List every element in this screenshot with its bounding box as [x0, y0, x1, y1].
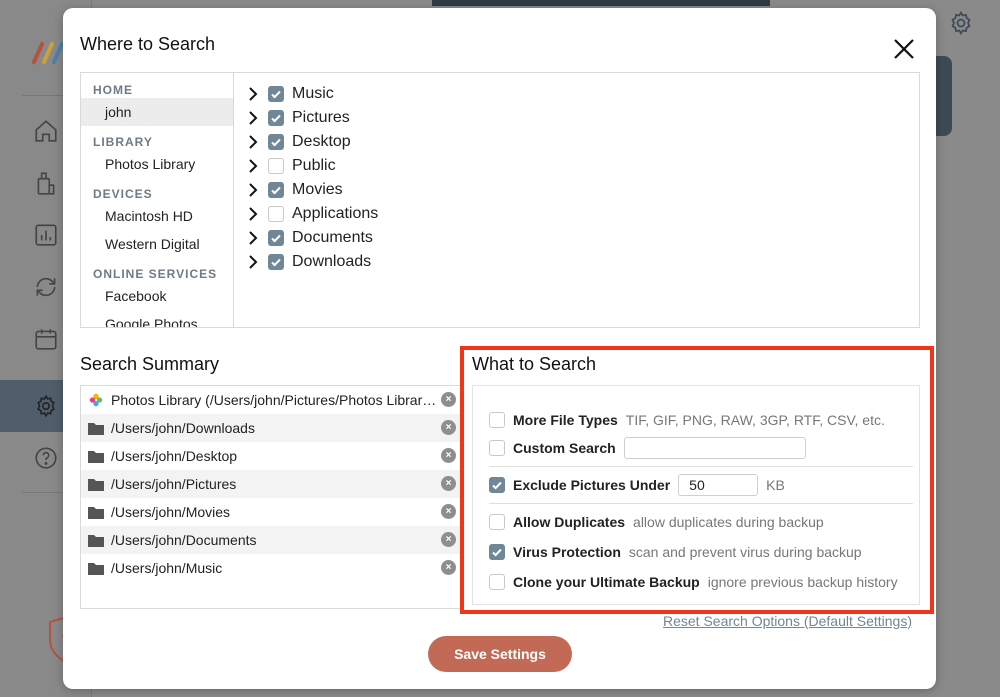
sync-icon[interactable]: [33, 274, 59, 300]
summary-path-text: Photos Library (/Users/john/Pictures/Pho…: [111, 392, 441, 408]
dialog-title: Where to Search: [80, 34, 216, 54]
folder-icon: [88, 423, 104, 435]
remove-item-icon[interactable]: ×: [441, 532, 456, 547]
folder-checkbox[interactable]: [268, 230, 284, 246]
folder-icon: [88, 535, 104, 547]
source-item-facebook[interactable]: Facebook: [81, 282, 233, 310]
folder-label: Downloads: [292, 253, 372, 270]
source-item-macintosh-hd[interactable]: Macintosh HD: [81, 202, 233, 230]
folder-label: Movies: [292, 181, 343, 198]
settings-gear-icon[interactable]: [948, 10, 974, 36]
folder-icon: [88, 451, 104, 463]
folder-label: Desktop: [292, 133, 351, 150]
folder-row[interactable]: Applications: [246, 202, 378, 226]
search-summary-title: Search Summary: [80, 354, 220, 374]
remove-item-icon[interactable]: ×: [441, 476, 456, 491]
folder-row[interactable]: Documents: [246, 226, 373, 250]
app-top-strip: [432, 0, 770, 6]
summary-path-text: /Users/john/Music: [111, 560, 223, 576]
folder-row[interactable]: Desktop: [246, 130, 351, 154]
source-heading-library: LIBRARY: [93, 135, 153, 149]
source-list: HOME john LIBRARY Photos Library DEVICES…: [81, 73, 234, 327]
chevron-right-icon[interactable]: [246, 158, 260, 174]
summary-path-text: /Users/john/Downloads: [111, 420, 255, 436]
summary-row: /Users/john/Pictures ×: [81, 470, 461, 498]
summary-row: /Users/john/Desktop ×: [81, 442, 461, 470]
reset-search-options-link[interactable]: Reset Search Options (Default Settings): [663, 613, 912, 629]
folder-checkbox[interactable]: [268, 110, 284, 126]
folder-row[interactable]: Public: [246, 154, 336, 178]
folder-row[interactable]: Music: [246, 82, 334, 106]
close-icon[interactable]: [892, 37, 916, 61]
home-icon[interactable]: [33, 118, 59, 144]
folder-icon: [88, 563, 104, 575]
source-item-photos-library[interactable]: Photos Library: [81, 150, 233, 178]
folder-checkbox[interactable]: [268, 254, 284, 270]
source-item-google-photos[interactable]: Google Photos: [81, 310, 233, 327]
remove-item-icon[interactable]: ×: [441, 504, 456, 519]
folder-label: Documents: [292, 229, 373, 246]
remove-item-icon[interactable]: ×: [441, 560, 456, 575]
summary-path-text: /Users/john/Desktop: [111, 448, 238, 464]
chevron-right-icon[interactable]: [246, 230, 260, 246]
remove-item-icon[interactable]: ×: [441, 448, 456, 463]
summary-path-text: /Users/john/Documents: [111, 532, 257, 548]
backup-drive-icon[interactable]: [33, 170, 59, 196]
folder-row[interactable]: Pictures: [246, 106, 350, 130]
folder-row[interactable]: Movies: [246, 178, 343, 202]
chevron-right-icon[interactable]: [246, 206, 260, 222]
folder-row[interactable]: Downloads: [246, 250, 371, 274]
where-panel: HOME john LIBRARY Photos Library DEVICES…: [80, 72, 920, 328]
summary-row: Photos Library (/Users/john/Pictures/Pho…: [81, 386, 461, 414]
summary-path-text: /Users/john/Pictures: [111, 476, 237, 492]
reports-chart-icon[interactable]: [33, 222, 59, 248]
folder-icon: [88, 507, 104, 519]
remove-item-icon[interactable]: ×: [441, 392, 456, 407]
summary-row: /Users/john/Music ×: [81, 554, 461, 582]
folder-checkbox[interactable]: [268, 86, 284, 102]
folder-label: Pictures: [292, 109, 350, 126]
source-heading-devices: DEVICES: [93, 187, 153, 201]
folder-checkbox[interactable]: [268, 182, 284, 198]
source-item-western-digital[interactable]: Western Digital: [81, 230, 233, 258]
remove-item-icon[interactable]: ×: [441, 420, 456, 435]
chevron-right-icon[interactable]: [246, 86, 260, 102]
source-heading-home: HOME: [93, 83, 133, 97]
chevron-right-icon[interactable]: [246, 182, 260, 198]
calendar-icon[interactable]: [33, 326, 59, 352]
folder-label: Music: [292, 85, 334, 102]
chevron-right-icon[interactable]: [246, 254, 260, 270]
summary-row: /Users/john/Downloads ×: [81, 414, 461, 442]
chevron-right-icon[interactable]: [246, 110, 260, 126]
source-heading-online: ONLINE SERVICES: [93, 267, 218, 281]
folder-checkbox[interactable]: [268, 134, 284, 150]
help-icon[interactable]: [33, 445, 59, 471]
summary-path-text: /Users/john/Movies: [111, 504, 231, 520]
summary-row: /Users/john/Documents ×: [81, 526, 461, 554]
search-summary-list: Photos Library (/Users/john/Pictures/Pho…: [80, 385, 462, 609]
folder-label: Public: [292, 157, 336, 174]
app-side-tab[interactable]: [936, 56, 952, 136]
save-settings-button[interactable]: Save Settings: [428, 636, 572, 672]
chevron-right-icon[interactable]: [246, 134, 260, 150]
summary-row: /Users/john/Movies ×: [81, 498, 461, 526]
folder-checkbox[interactable]: [268, 206, 284, 222]
folder-icon: [88, 479, 104, 491]
folder-label: Applications: [292, 205, 379, 222]
what-to-search-highlight: [460, 346, 934, 614]
source-item-john[interactable]: john: [81, 98, 233, 126]
folder-checkbox[interactable]: [268, 158, 284, 174]
photos-icon: [89, 393, 103, 407]
settings-icon[interactable]: [33, 393, 59, 419]
